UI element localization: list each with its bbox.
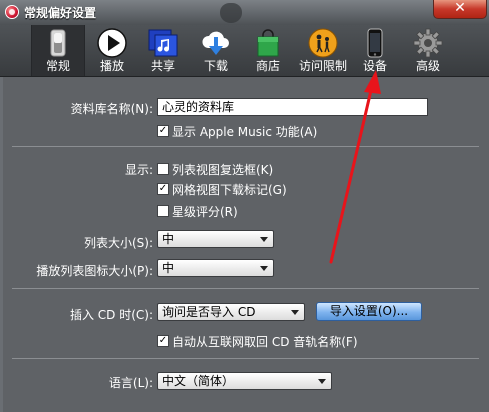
language-label: 语言(L):: [108, 376, 153, 390]
insert-cd-select[interactable]: 询问是否导入 CD: [157, 303, 305, 321]
separator: [12, 358, 479, 359]
playlist-icon-size-label: 播放列表图标大小(P):: [36, 264, 153, 278]
iphone-icon: [367, 28, 383, 58]
window-title: 常规偏好设置: [24, 6, 97, 20]
tab-label: 设备: [362, 59, 387, 73]
music-note-folder-icon: [148, 29, 178, 57]
list-view-checkboxes-label: 列表视图复选框(K): [172, 163, 274, 177]
general-switch-icon: [50, 29, 66, 57]
playlist-icon-size-value: 中: [162, 261, 175, 275]
chevron-down-icon: [291, 310, 299, 315]
tab-downloads[interactable]: 下载: [190, 25, 242, 76]
title-bar: 常规偏好设置 ✕: [0, 0, 489, 25]
tab-label: 下载: [203, 59, 228, 73]
tab-playback[interactable]: 播放: [86, 25, 138, 76]
tab-label: 常规: [45, 59, 70, 73]
tab-restrictions[interactable]: 访问限制: [293, 25, 353, 76]
language-select[interactable]: 中文（简体）: [157, 372, 332, 390]
language-value: 中文（简体）: [162, 374, 235, 388]
gear-icon: [413, 28, 443, 58]
grid-view-download-badges-checkbox[interactable]: ✓: [157, 183, 169, 195]
star-ratings-label: 星级评分(R): [172, 205, 238, 219]
tab-label: 访问限制: [298, 59, 347, 73]
star-ratings-checkbox[interactable]: [157, 205, 169, 217]
separator: [12, 146, 479, 147]
cloud-download-icon: [202, 31, 229, 55]
auto-fetch-track-names-checkbox[interactable]: ✓: [157, 335, 169, 347]
separator: [12, 288, 479, 289]
show-apple-music-label: 显示 Apple Music 功能(A): [172, 125, 318, 139]
shopping-bag-icon: [257, 29, 279, 57]
insert-cd-value: 询问是否导入 CD: [162, 305, 256, 319]
playlist-icon-size-select[interactable]: 中: [157, 259, 274, 277]
preferences-toolbar: 常规 播放 共享 下载 商店 访问限制 设备 高级: [0, 25, 489, 77]
insert-cd-label: 插入 CD 时(C):: [69, 308, 153, 322]
tab-store[interactable]: 商店: [242, 25, 294, 76]
tab-label: 共享: [150, 59, 175, 73]
itunes-app-icon: [5, 5, 19, 19]
show-apple-music-checkbox[interactable]: ✓: [157, 125, 169, 137]
list-size-value: 中: [162, 232, 175, 246]
list-size-label: 列表大小(S):: [83, 236, 153, 250]
library-name-field[interactable]: 心灵的资料库: [157, 98, 428, 116]
display-label: 显示:: [124, 163, 153, 177]
library-name-label: 资料库名称(N):: [70, 102, 153, 116]
tab-sharing[interactable]: 共享: [137, 25, 189, 76]
chevron-down-icon: [260, 266, 268, 271]
list-size-select[interactable]: 中: [157, 230, 274, 248]
tab-devices[interactable]: 设备: [349, 25, 401, 76]
auto-fetch-track-names-label: 自动从互联网取回 CD 音轨名称(F): [172, 335, 358, 349]
chevron-down-icon: [260, 237, 268, 242]
general-preferences-panel: 资料库名称(N): 心灵的资料库 ✓ 显示 Apple Music 功能(A) …: [3, 77, 489, 412]
grid-view-download-badges-label: 网格视图下载标记(G): [172, 183, 287, 197]
apple-logo-icon: [220, 3, 242, 23]
tab-label: 商店: [255, 59, 280, 73]
tab-label: 播放: [99, 59, 124, 73]
tab-label: 高级: [415, 59, 440, 73]
tab-general[interactable]: 常规: [31, 25, 85, 76]
play-icon: [97, 28, 127, 58]
tab-advanced[interactable]: 高级: [402, 25, 454, 76]
import-settings-button[interactable]: 导入设置(O)...: [316, 302, 422, 321]
close-button[interactable]: ✕: [433, 0, 487, 19]
list-view-checkboxes-checkbox[interactable]: [157, 163, 169, 175]
parental-restriction-icon: [308, 28, 338, 58]
chevron-down-icon: [318, 379, 326, 384]
